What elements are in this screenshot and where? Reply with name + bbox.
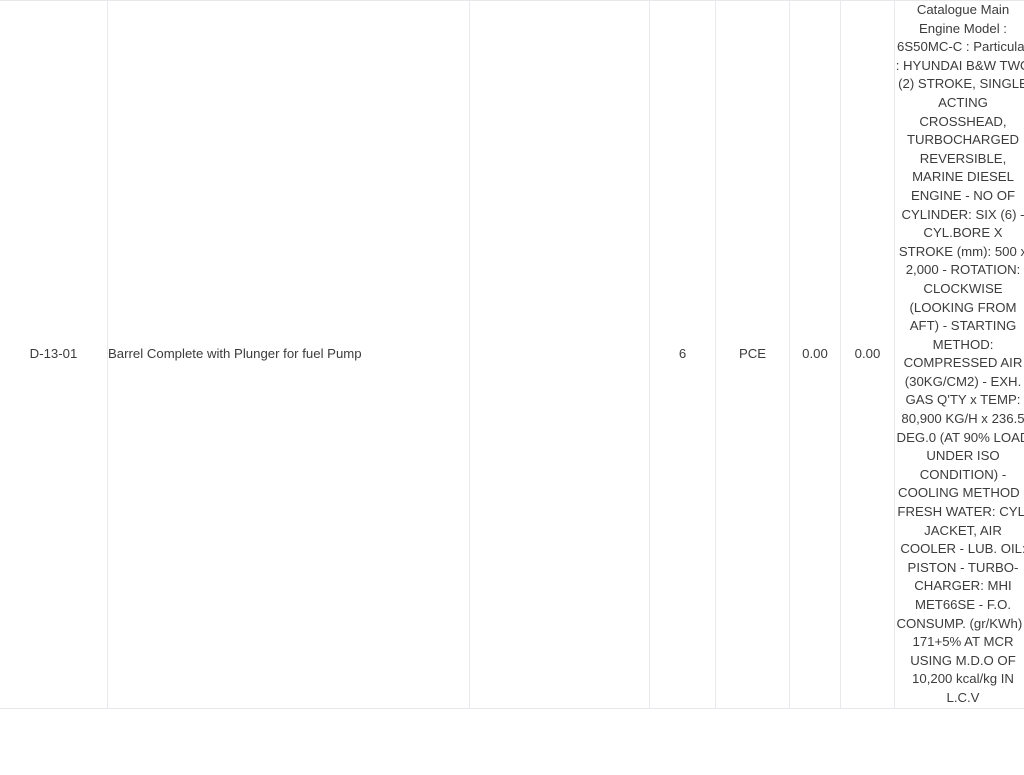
- cell-blank: [469, 0, 650, 709]
- unit-price-text: 0.00: [802, 345, 828, 361]
- unit-of-measure-text: PCE: [738, 345, 767, 361]
- description-text: Barrel Complete with Plunger for fuel Pu…: [108, 345, 362, 361]
- specification-text: Catalogue Main Engine Model : 6S50MC-C :…: [895, 2, 1024, 705]
- table-row[interactable]: D-13-01 Barrel Complete with Plunger for…: [0, 0, 1024, 709]
- cell-specification: Catalogue Main Engine Model : 6S50MC-C :…: [894, 0, 1024, 709]
- cell-item-code: D-13-01: [0, 0, 108, 709]
- cell-unit-price: 0.00: [789, 0, 841, 709]
- cell-unit-of-measure: PCE: [715, 0, 790, 709]
- cell-amount: 0.00: [840, 0, 895, 709]
- cell-quantity: 6: [649, 0, 716, 709]
- table-container: D-13-01 Barrel Complete with Plunger for…: [0, 0, 1024, 775]
- cell-description: Barrel Complete with Plunger for fuel Pu…: [107, 0, 470, 709]
- amount-text: 0.00: [854, 345, 881, 361]
- item-code-text: D-13-01: [29, 345, 78, 361]
- quantity-text: 6: [678, 345, 687, 361]
- line-item-table: D-13-01 Barrel Complete with Plunger for…: [0, 0, 1024, 709]
